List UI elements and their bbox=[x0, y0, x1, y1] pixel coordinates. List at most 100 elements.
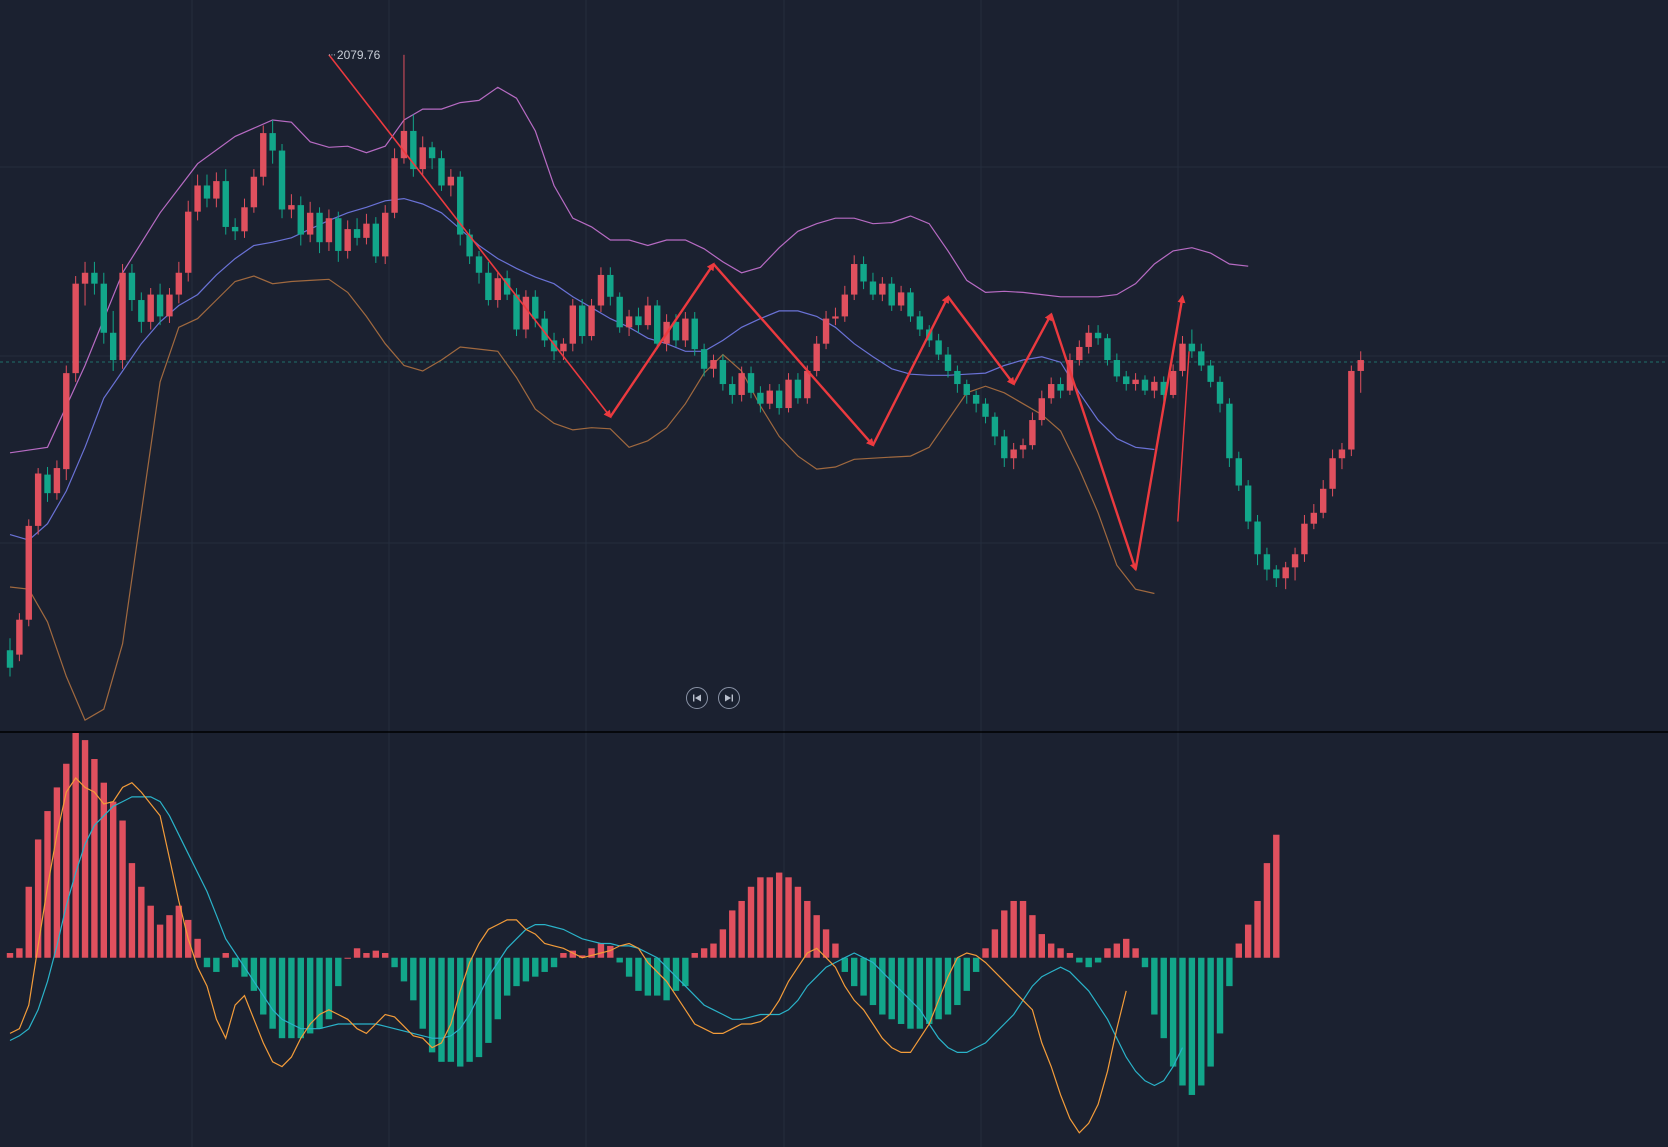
candle[interactable] bbox=[879, 277, 886, 302]
candle[interactable] bbox=[822, 310, 830, 350]
candle[interactable] bbox=[1301, 514, 1308, 562]
candle[interactable] bbox=[485, 261, 492, 306]
candle[interactable] bbox=[306, 201, 314, 243]
candle[interactable] bbox=[44, 466, 51, 502]
candle[interactable] bbox=[288, 194, 295, 219]
candle[interactable] bbox=[325, 209, 333, 251]
candle[interactable] bbox=[1104, 333, 1111, 366]
candlesticks[interactable] bbox=[6, 54, 1364, 677]
candle[interactable] bbox=[1198, 343, 1205, 371]
candle[interactable] bbox=[1038, 390, 1045, 426]
chart-canvas[interactable]: 2079.76 bbox=[0, 0, 1668, 1147]
candle[interactable] bbox=[972, 390, 980, 413]
candle[interactable] bbox=[1001, 429, 1008, 467]
candle[interactable] bbox=[1244, 480, 1252, 530]
candle[interactable] bbox=[597, 267, 605, 313]
candle[interactable] bbox=[1132, 373, 1139, 391]
candle[interactable] bbox=[138, 292, 145, 333]
skip-to-end-button[interactable] bbox=[718, 687, 740, 709]
candle[interactable] bbox=[278, 144, 286, 219]
candle[interactable] bbox=[391, 148, 398, 219]
candle[interactable] bbox=[428, 141, 436, 170]
candle[interactable] bbox=[1254, 514, 1261, 566]
candle[interactable] bbox=[1010, 442, 1017, 470]
candle[interactable] bbox=[316, 207, 323, 254]
candle[interactable] bbox=[1094, 325, 1102, 345]
candle[interactable] bbox=[578, 298, 586, 344]
candle[interactable] bbox=[625, 309, 633, 337]
candle[interactable] bbox=[841, 285, 849, 322]
candle[interactable] bbox=[1235, 451, 1242, 491]
candle[interactable] bbox=[1019, 438, 1027, 459]
candle[interactable] bbox=[869, 272, 877, 301]
candle[interactable] bbox=[335, 211, 342, 262]
candle[interactable] bbox=[447, 169, 455, 197]
candle[interactable] bbox=[607, 267, 614, 306]
candle[interactable] bbox=[1123, 370, 1130, 391]
candle[interactable] bbox=[813, 336, 820, 377]
candle[interactable] bbox=[691, 312, 698, 356]
candle[interactable] bbox=[522, 290, 530, 339]
candle[interactable] bbox=[944, 346, 952, 378]
candle[interactable] bbox=[91, 261, 98, 295]
candle[interactable] bbox=[260, 125, 267, 186]
candle[interactable] bbox=[231, 218, 239, 241]
candle[interactable] bbox=[1029, 412, 1036, 450]
candle[interactable] bbox=[710, 354, 717, 378]
candle[interactable] bbox=[916, 310, 924, 337]
candle[interactable] bbox=[344, 220, 351, 259]
candle[interactable] bbox=[532, 290, 539, 328]
candle[interactable] bbox=[1188, 329, 1196, 358]
candle[interactable] bbox=[982, 398, 989, 424]
candle[interactable] bbox=[963, 379, 970, 404]
candle[interactable] bbox=[203, 174, 211, 208]
candle[interactable] bbox=[419, 136, 426, 175]
candle[interactable] bbox=[466, 229, 473, 265]
candle[interactable] bbox=[616, 292, 623, 333]
candle[interactable] bbox=[156, 283, 164, 326]
candle[interactable] bbox=[53, 460, 61, 500]
stock-chart[interactable]: 2079.76 bbox=[0, 0, 1668, 1147]
candle[interactable] bbox=[775, 384, 783, 415]
candle[interactable] bbox=[6, 638, 14, 677]
candle[interactable] bbox=[1085, 325, 1092, 354]
candle[interactable] bbox=[907, 288, 914, 322]
candle[interactable] bbox=[16, 613, 23, 662]
candle[interactable] bbox=[794, 373, 802, 404]
candle[interactable] bbox=[250, 169, 258, 213]
candle[interactable] bbox=[1273, 565, 1280, 587]
candle[interactable] bbox=[1141, 375, 1149, 395]
candle[interactable] bbox=[719, 354, 727, 391]
candle[interactable] bbox=[1291, 547, 1299, 581]
candle[interactable] bbox=[888, 277, 895, 311]
candle[interactable] bbox=[147, 288, 154, 330]
candle[interactable] bbox=[1226, 398, 1233, 467]
candle[interactable] bbox=[1320, 480, 1327, 519]
candle[interactable] bbox=[1357, 351, 1364, 393]
candle[interactable] bbox=[1207, 360, 1214, 388]
candle[interactable] bbox=[635, 307, 642, 333]
candle[interactable] bbox=[185, 200, 192, 282]
candle[interactable] bbox=[166, 288, 173, 323]
candle[interactable] bbox=[1047, 377, 1055, 404]
candle[interactable] bbox=[222, 169, 229, 235]
candle[interactable] bbox=[475, 250, 483, 284]
candle[interactable] bbox=[1329, 449, 1336, 497]
candle[interactable] bbox=[119, 264, 126, 369]
candle[interactable] bbox=[1057, 377, 1064, 399]
candle[interactable] bbox=[1113, 353, 1121, 382]
candle[interactable] bbox=[1338, 442, 1346, 470]
candle[interactable] bbox=[194, 174, 201, 221]
candle[interactable] bbox=[860, 256, 867, 290]
candle[interactable] bbox=[72, 276, 79, 382]
candle[interactable] bbox=[897, 285, 905, 311]
candle[interactable] bbox=[175, 261, 183, 304]
candle[interactable] bbox=[1263, 547, 1271, 581]
candle[interactable] bbox=[213, 172, 220, 208]
candle[interactable] bbox=[785, 373, 792, 413]
candle[interactable] bbox=[353, 218, 361, 246]
candle[interactable] bbox=[297, 196, 304, 246]
candle[interactable] bbox=[269, 120, 276, 164]
candle[interactable] bbox=[1310, 504, 1318, 530]
candle[interactable] bbox=[100, 272, 107, 344]
